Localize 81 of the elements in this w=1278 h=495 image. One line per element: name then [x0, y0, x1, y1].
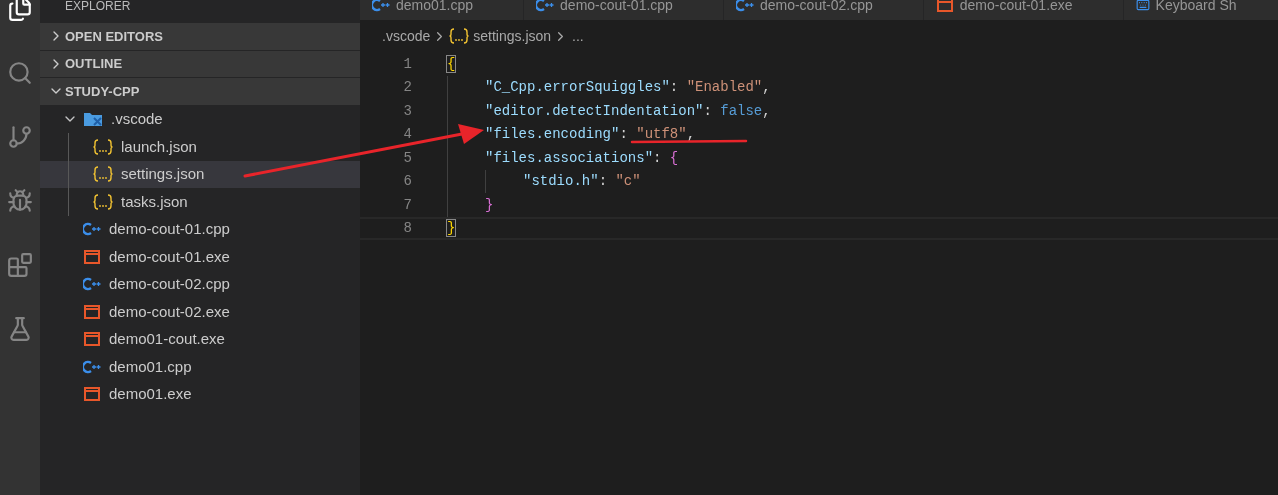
line-number: 2	[402, 80, 412, 95]
file-name: .vscode	[111, 109, 163, 129]
flask-icon[interactable]	[7, 316, 33, 342]
line-number: 6	[402, 174, 412, 189]
tab-label: demo-cout-01.cpp	[560, 0, 673, 12]
code-line: "files.associations": {	[485, 150, 679, 165]
editor-tab[interactable]: demo01.cpp	[360, 0, 525, 20]
braces-icon	[93, 138, 113, 155]
breadcrumb-item[interactable]: .vscode	[382, 25, 431, 47]
file-name: tasks.json	[121, 191, 188, 212]
cpp-icon	[536, 0, 555, 12]
cpp-icon	[372, 0, 390, 12]
file-name: demo01.exe	[109, 384, 192, 404]
section-title: STUDY-CPP	[65, 82, 140, 101]
tree-item[interactable]: launch.json	[40, 133, 360, 161]
code-line: }	[485, 197, 494, 212]
tree-item[interactable]: demo-cout-01.exe	[40, 243, 360, 271]
cpp-icon	[735, 0, 754, 12]
tree-item[interactable]: .vscode	[40, 105, 360, 133]
branch-icon[interactable]	[7, 124, 33, 150]
code-line: "editor.detectIndentation": false,	[485, 103, 771, 118]
section-header[interactable]: STUDY-CPP	[40, 78, 360, 106]
tab-label: Keyboard Sh	[1155, 0, 1237, 12]
line-number: 8	[402, 221, 412, 236]
file-name: demo-cout-02.cpp	[109, 274, 230, 294]
section-header[interactable]: OPEN EDITORS	[40, 23, 360, 51]
cpp-icon	[83, 222, 101, 237]
breadcrumb-item[interactable]: settings.json	[473, 25, 552, 47]
cpp-icon	[83, 359, 101, 374]
line-number: 1	[402, 56, 412, 71]
tab-label: demo01.cpp	[396, 0, 474, 12]
keyboard-icon	[1135, 0, 1150, 12]
braces-icon	[449, 28, 470, 44]
editor-tab[interactable]: demo-cout-01.exe	[923, 0, 1124, 20]
tree-item[interactable]: demo-cout-02.cpp	[40, 270, 360, 298]
cpp-icon	[83, 277, 101, 292]
file-name: demo-cout-01.exe	[109, 246, 230, 267]
tree-item[interactable]: tasks.json	[40, 188, 360, 216]
window-icon	[936, 0, 953, 12]
tree-item[interactable]: demo01.exe	[40, 380, 360, 408]
window-icon	[84, 332, 100, 347]
code-line: "files.encoding": "utf8",	[485, 127, 696, 142]
editor-tab[interactable]: demo-cout-02.cpp	[723, 0, 924, 20]
code-line: "C_Cpp.errorSquiggles": "Enabled",	[485, 80, 771, 95]
line-number: 7	[402, 197, 412, 212]
code-line: {	[447, 56, 456, 71]
editor-tab[interactable]: Keyboard Sh	[1123, 0, 1278, 20]
breadcrumb-item[interactable]: ...	[572, 25, 584, 47]
folder-icon	[83, 111, 103, 128]
window-icon	[84, 304, 100, 319]
code-line: "stdio.h": "c"	[523, 174, 641, 189]
tab-label: demo-cout-02.cpp	[759, 0, 873, 12]
file-name: demo01-cout.exe	[109, 329, 225, 349]
sidebar-title: EXPLORER	[65, 0, 131, 12]
file-name: demo-cout-02.exe	[109, 301, 230, 322]
code-line: }	[447, 221, 456, 236]
tree-item[interactable]: demo01-cout.exe	[40, 325, 360, 353]
window-icon	[84, 249, 100, 264]
file-name: settings.json	[121, 164, 205, 184]
window-icon	[84, 387, 100, 402]
section-title: OPEN EDITORS	[65, 27, 163, 46]
file-name: launch.json	[121, 136, 197, 157]
tab-label: demo-cout-01.exe	[959, 0, 1073, 12]
line-number: 3	[402, 103, 412, 118]
file-name: demo01.cpp	[109, 356, 192, 377]
braces-icon	[93, 193, 113, 210]
tree-item[interactable]: demo-cout-02.exe	[40, 298, 360, 326]
tree-item[interactable]: settings.json	[40, 160, 360, 188]
braces-icon	[93, 166, 113, 183]
line-number: 4	[402, 127, 412, 142]
tree-item[interactable]: demo-cout-01.cpp	[40, 215, 360, 243]
search-icon[interactable]	[7, 60, 33, 86]
files-icon[interactable]	[7, 0, 33, 22]
bug-icon[interactable]	[7, 188, 33, 214]
tree-item[interactable]: demo01.cpp	[40, 353, 360, 381]
file-name: demo-cout-01.cpp	[109, 219, 230, 239]
line-number: 5	[402, 150, 412, 165]
section-header[interactable]: OUTLINE	[40, 50, 360, 78]
extensions-icon[interactable]	[7, 252, 33, 278]
section-title: OUTLINE	[65, 55, 123, 73]
editor-tab[interactable]: demo-cout-01.cpp	[524, 0, 724, 20]
